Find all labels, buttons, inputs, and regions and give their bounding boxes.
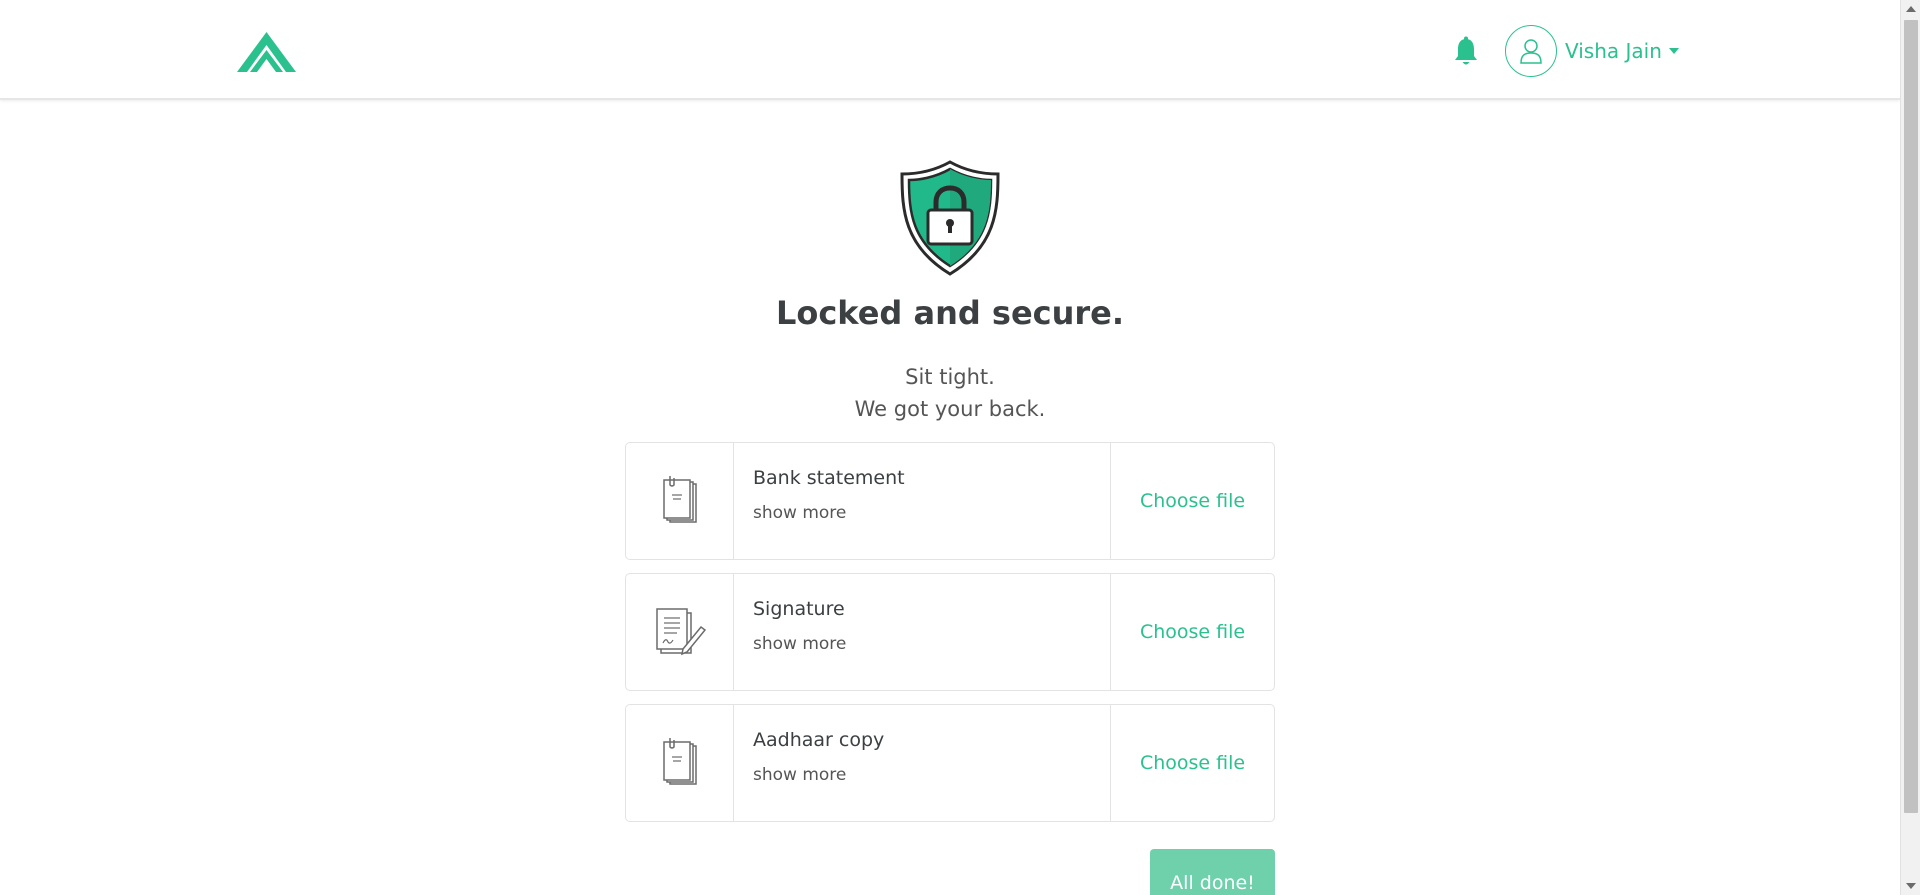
user-icon [1520,39,1542,64]
document-stack-icon [662,476,697,523]
signature-document-icon [655,608,706,656]
brand-logo-icon[interactable] [237,32,296,72]
document-name: Bank statement [753,467,905,489]
all-done-button[interactable]: All done! [1150,849,1275,895]
show-more-link[interactable]: show more [753,503,905,523]
document-name: Aadhaar copy [753,729,885,751]
page-subtitle: Sit tight. We got your back. [0,361,1900,425]
choose-file-button[interactable]: Choose file [1140,752,1245,774]
document-card-signature: Signature show more Choose file [625,573,1275,691]
shield-lock-icon [900,160,1000,276]
choose-file-button[interactable]: Choose file [1140,621,1245,643]
page-title: Locked and secure. [775,294,1125,332]
caret-down-icon[interactable] [1668,48,1679,54]
scrollbar-thumb[interactable] [1904,20,1918,813]
vertical-scrollbar[interactable] [1900,0,1920,895]
top-header: Visha Jain [0,0,1900,100]
avatar[interactable] [1505,25,1557,77]
choose-file-button[interactable]: Choose file [1140,490,1245,512]
subtitle-line-1: Sit tight. [905,365,995,389]
document-name: Signature [753,598,845,620]
document-stack-icon [662,738,697,785]
scroll-up-arrow-icon[interactable] [1906,6,1916,12]
user-menu[interactable]: Visha Jain [1505,25,1679,77]
document-card-bank-statement: Bank statement show more Choose file [625,442,1275,560]
document-card-aadhaar-copy: Aadhaar copy show more Choose file [625,704,1275,822]
subtitle-line-2: We got your back. [854,397,1046,421]
scroll-down-arrow-icon[interactable] [1906,883,1916,889]
bell-icon[interactable] [1452,36,1480,68]
user-name[interactable]: Visha Jain [1565,39,1662,63]
show-more-link[interactable]: show more [753,634,846,654]
show-more-link[interactable]: show more [753,765,884,785]
